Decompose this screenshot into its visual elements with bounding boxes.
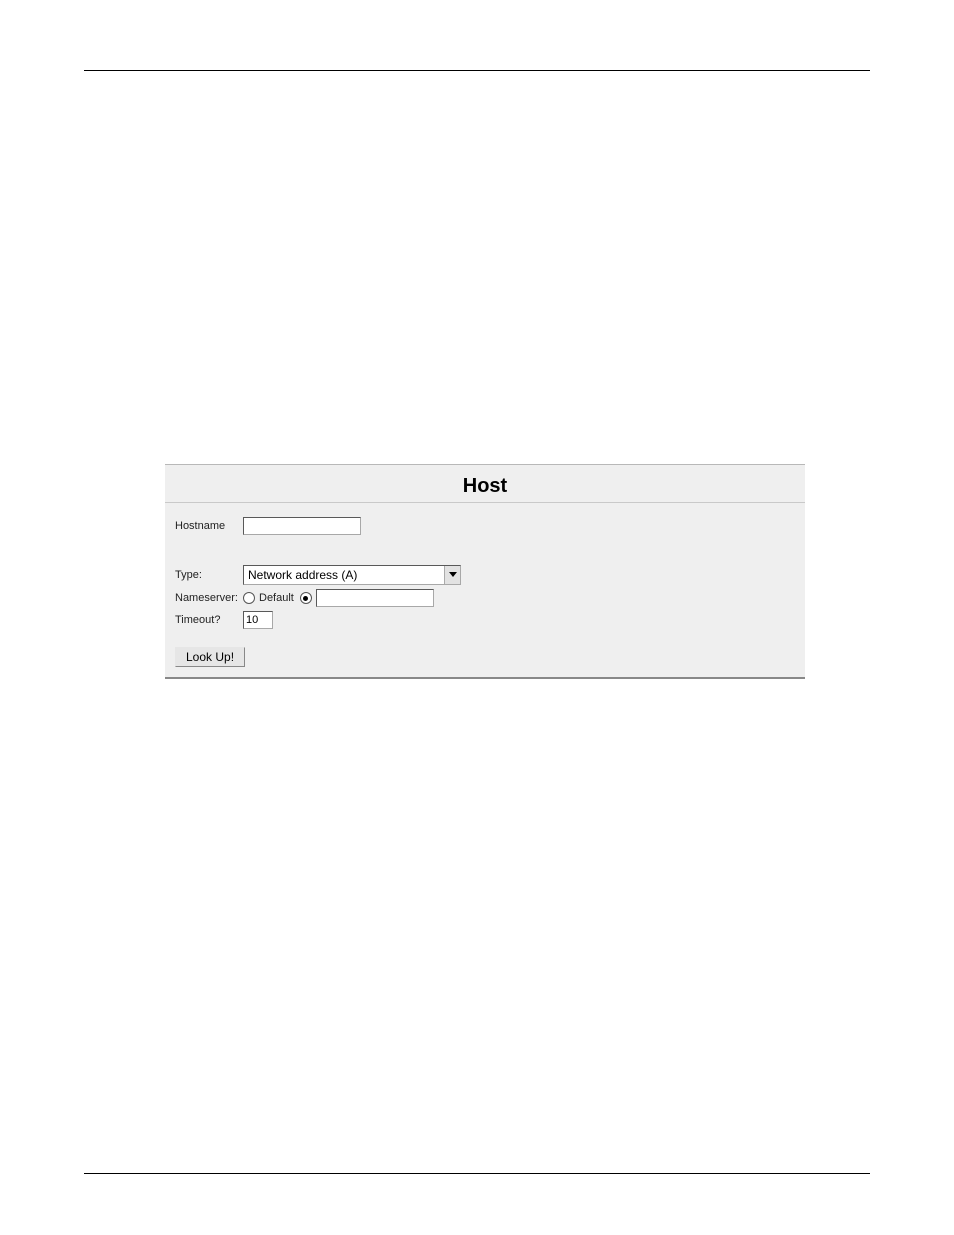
panel-title: Host [165, 465, 805, 502]
lookup-button[interactable]: Look Up! [175, 647, 245, 667]
nameserver-default-radio[interactable] [243, 592, 255, 604]
timeout-label: Timeout? [175, 614, 243, 626]
type-select-value: Network address (A) [243, 565, 461, 585]
chevron-down-icon [444, 566, 460, 584]
nameserver-label: Nameserver: [175, 592, 243, 604]
form-area: Hostname Type: Network address (A) Names… [165, 517, 805, 677]
footer-rule [84, 1173, 870, 1174]
hostname-row: Hostname [175, 517, 795, 535]
type-select[interactable]: Network address (A) [243, 565, 461, 585]
type-row: Type: Network address (A) [175, 565, 795, 585]
timeout-row: Timeout? [175, 611, 795, 629]
host-lookup-panel: Host Hostname Type: Network address (A) … [165, 464, 805, 679]
timeout-input[interactable] [243, 611, 273, 629]
nameserver-default-label: Default [259, 592, 294, 604]
nameserver-row: Nameserver: Default [175, 589, 795, 607]
panel-separator [165, 502, 805, 503]
type-label: Type: [175, 569, 243, 581]
hostname-input[interactable] [243, 517, 361, 535]
nameserver-custom-radio[interactable] [300, 592, 312, 604]
nameserver-custom-input[interactable] [316, 589, 434, 607]
header-rule [84, 70, 870, 71]
hostname-label: Hostname [175, 520, 243, 532]
